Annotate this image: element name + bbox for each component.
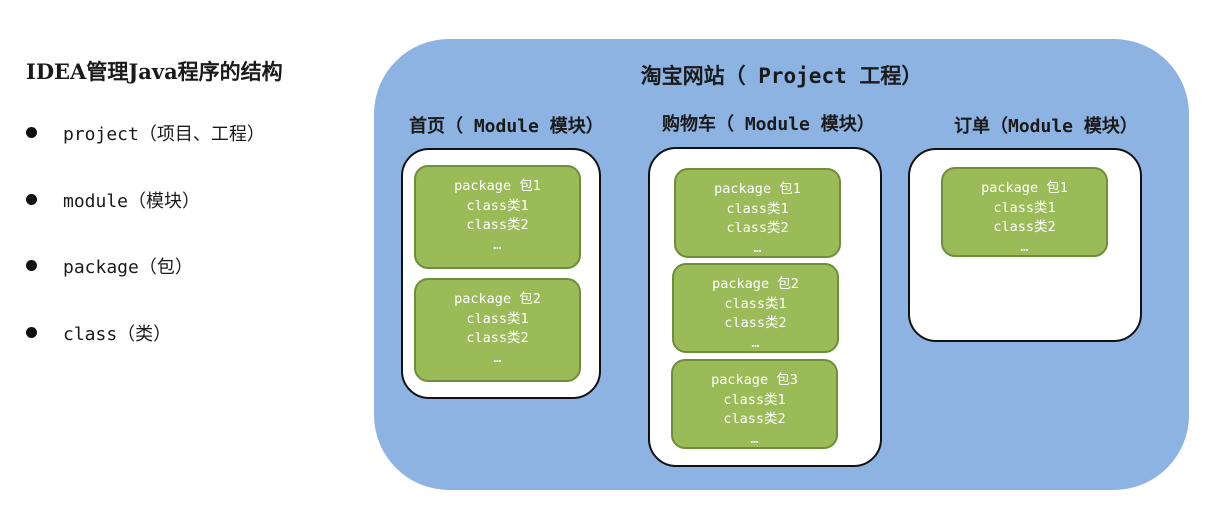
package-box: package 包3 class类1 class类2 … — [671, 359, 838, 449]
package-name: package 包2 — [712, 276, 799, 292]
package-name: package 包1 — [714, 181, 801, 197]
page-title: IDEA管理Java程序的结构 — [26, 59, 283, 84]
project-title: 淘宝网站（ Project 工程） — [640, 64, 923, 88]
class-name: class类1 — [466, 197, 529, 214]
bullet-icon — [26, 260, 37, 271]
package-box: package 包2 class类1 class类2 … — [672, 263, 839, 353]
concept-list: project（项目、工程） module（模块） package（包） cla… — [26, 120, 265, 386]
class-name: class类2 — [466, 330, 529, 346]
module-title-home: 首页（ Module 模块） — [409, 116, 604, 137]
module-box-home: package 包1 class类1 class类2 … package 包2 … — [401, 148, 601, 399]
package-box: package 包1 class类1 class类2 … — [674, 168, 841, 258]
ellipsis: … — [753, 239, 762, 256]
project-container: 淘宝网站（ Project 工程） 首页（ Module 模块） package… — [374, 39, 1189, 490]
class-name: class类1 — [726, 200, 789, 217]
list-item-package: package（包） — [26, 253, 265, 320]
module-box-cart: package 包1 class类1 class类2 … package 包2 … — [648, 147, 882, 467]
package-box: package 包2 class类1 class类2 … — [414, 278, 581, 382]
list-item-project: project（项目、工程） — [26, 120, 265, 187]
package-name: package 包1 — [981, 180, 1068, 196]
class-name: class类1 — [723, 391, 786, 408]
package-box: package 包1 class类1 class类2 … — [941, 167, 1108, 257]
bullet-icon — [26, 127, 37, 138]
package-box: package 包1 class类1 class类2 … — [414, 165, 581, 269]
class-name: class类2 — [993, 219, 1056, 235]
ellipsis: … — [750, 430, 759, 447]
class-name: class类1 — [466, 310, 529, 327]
module-title-cart: 购物车（ Module 模块） — [662, 114, 875, 135]
module-title-order: 订单（Module 模块） — [954, 116, 1138, 137]
module-box-order: package 包1 class类1 class类2 … — [908, 148, 1142, 342]
ellipsis: … — [493, 236, 502, 253]
bullet-icon — [26, 193, 37, 205]
bullet-icon — [26, 326, 37, 338]
class-name: class类2 — [723, 411, 786, 427]
list-item-label: class（类） — [63, 323, 172, 345]
ellipsis: … — [751, 334, 760, 351]
ellipsis: … — [1020, 238, 1029, 255]
package-name: package 包3 — [711, 372, 798, 388]
package-name: package 包1 — [454, 178, 541, 194]
ellipsis: … — [493, 349, 502, 366]
class-name: class类1 — [993, 199, 1056, 216]
class-name: class类2 — [726, 220, 789, 236]
list-item-label: module（模块） — [63, 190, 201, 212]
list-item-label: project（项目、工程） — [63, 124, 265, 145]
list-item-class: class（类） — [26, 320, 265, 387]
list-item-label: package（包） — [63, 257, 193, 278]
list-item-module: module（模块） — [26, 187, 265, 254]
class-name: class类2 — [466, 217, 529, 233]
class-name: class类1 — [724, 295, 787, 312]
package-name: package 包2 — [454, 291, 541, 307]
class-name: class类2 — [724, 315, 787, 331]
